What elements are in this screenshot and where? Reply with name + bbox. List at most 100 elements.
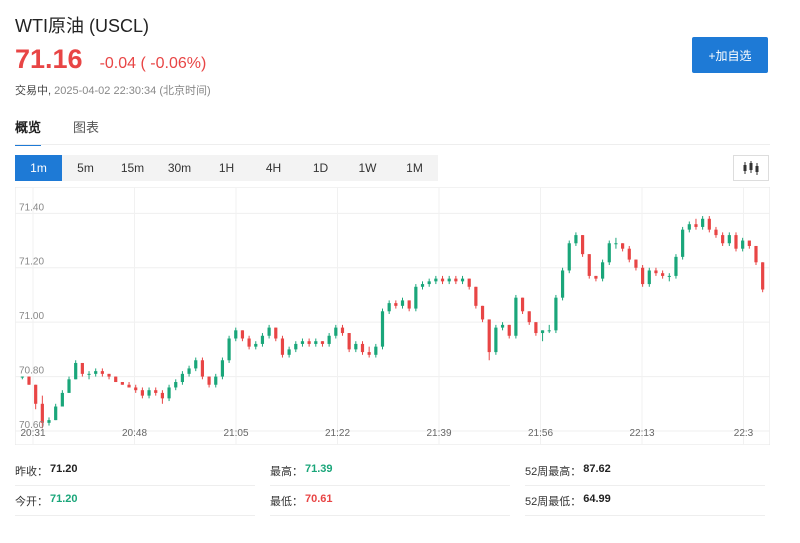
interval-1d[interactable]: 1D (297, 155, 344, 181)
open-value: 71.20 (50, 493, 78, 505)
candle-body (287, 349, 291, 355)
add-to-watchlist-button[interactable]: +加自选 (692, 37, 768, 73)
plot-border (15, 187, 770, 445)
y-tick-label: 71.00 (19, 311, 44, 322)
candle-body (207, 376, 211, 385)
candle-body (414, 286, 418, 309)
candlestick-chart[interactable]: 70.6070.8071.0071.2071.40 20:31 20:48 21:0… (15, 187, 770, 445)
candle-body (347, 333, 351, 350)
candle-body (754, 245, 758, 263)
prev-close-value: 71.20 (50, 463, 78, 475)
candle-body (467, 278, 471, 287)
candle-body (334, 327, 338, 336)
interval-1h[interactable]: 1H (203, 155, 250, 181)
x-tick-label: 21:22 (325, 428, 350, 439)
candle-body (20, 376, 24, 378)
candle-body (254, 343, 258, 347)
stat-divider (270, 485, 510, 486)
candle-body (187, 368, 191, 374)
tab-chart[interactable]: 图表 (73, 117, 99, 146)
candle-body (180, 373, 185, 383)
candle-body (127, 384, 131, 388)
stat-divider (270, 515, 510, 516)
interval-5m[interactable]: 5m (62, 155, 109, 181)
tab-divider (15, 144, 770, 145)
candle-body (294, 343, 298, 350)
candle-body (100, 371, 104, 374)
candle-body (300, 341, 305, 344)
instrument-title: WTI原油 (USCL) (15, 16, 149, 36)
last-price: 71.16 (15, 44, 83, 74)
candle-body (574, 235, 578, 244)
candle-body (80, 362, 84, 374)
interval-1w[interactable]: 1W (344, 155, 391, 181)
chart-type-button[interactable] (733, 155, 769, 181)
y-axis-labels: 70.6070.8071.0071.2071.40 (19, 202, 44, 431)
candle-body (514, 297, 518, 336)
interval-30m[interactable]: 30m (156, 155, 203, 181)
candle-body (74, 362, 78, 380)
candle-body (200, 360, 205, 377)
price-change: -0.04 ( -0.06%) (99, 55, 207, 72)
y-tick-label: 70.80 (19, 366, 44, 377)
candle-body (247, 338, 251, 347)
candle-body (454, 278, 458, 282)
candle-body (634, 259, 638, 268)
interval-4h[interactable]: 4H (250, 155, 297, 181)
interval-1mo[interactable]: 1M (391, 155, 438, 181)
x-tick-label: 20:31 (20, 428, 45, 439)
candle-body (654, 270, 658, 274)
trading-status: 交易中, 2025-04-02 22:30:34 (北京时间) (15, 82, 211, 98)
candle-body (734, 235, 738, 249)
candle-body (520, 297, 525, 312)
section-tabs: 概览 图表 (15, 117, 131, 146)
candle-body (380, 311, 385, 347)
interval-15m[interactable]: 15m (109, 155, 156, 181)
candle-body (600, 262, 605, 279)
candle-body (621, 243, 625, 249)
tab-overview[interactable]: 概览 (15, 117, 42, 146)
candle-body (701, 218, 705, 227)
candle-body (587, 254, 591, 276)
candle-body (661, 273, 665, 276)
candle-body (107, 373, 111, 377)
candle-body (547, 330, 551, 332)
candle-body (500, 324, 505, 328)
candle-body (440, 278, 445, 282)
candle-body (427, 281, 431, 285)
candle-body (214, 376, 218, 385)
x-axis-labels: 20:31 20:48 21:05 21:22 21:39 21:56 22:13 22:3 (20, 428, 753, 439)
status-label: 交易中, (15, 85, 52, 97)
candle-body (540, 330, 545, 334)
stat-divider (525, 515, 765, 516)
interval-1m[interactable]: 1m (15, 155, 62, 181)
low-value: 70.61 (305, 493, 333, 505)
candle-body (27, 376, 31, 385)
stat-52wk-high: 52周最高： 87.62 (525, 463, 611, 478)
candle-body (167, 387, 171, 399)
candle-body (594, 275, 598, 279)
candle-body (567, 243, 571, 271)
stat-divider (525, 485, 765, 486)
candle-body (340, 327, 345, 334)
52wk-high-value: 87.62 (583, 463, 611, 475)
candle-body (354, 343, 358, 350)
candle-body (140, 390, 144, 396)
candle-body (87, 373, 91, 375)
candle-body (147, 390, 151, 396)
stat-divider (15, 515, 255, 516)
candle-body (707, 218, 711, 230)
stat-prev-close: 昨收： 71.20 (15, 463, 78, 478)
candle-body (154, 390, 158, 393)
candlestick-icon (743, 161, 759, 175)
candle-body (54, 406, 58, 421)
candle-body (507, 324, 511, 336)
candle-body (554, 297, 558, 331)
candle-body (741, 240, 745, 249)
candle-body (714, 229, 718, 236)
candle-body (174, 382, 178, 388)
x-tick-label: 21:56 (528, 428, 553, 439)
x-tick-label: 22:3 (734, 428, 754, 439)
candle-body (240, 330, 245, 339)
candle-body (160, 392, 164, 399)
